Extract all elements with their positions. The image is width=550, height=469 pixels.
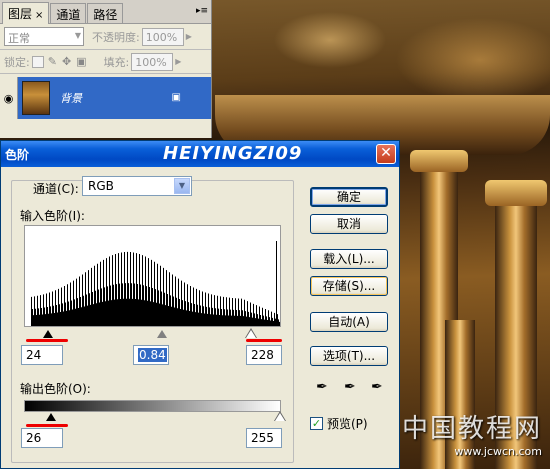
options-button[interactable]: 选项(T)...	[310, 346, 388, 366]
histogram	[24, 225, 281, 327]
opacity-label: 不透明度:	[92, 30, 140, 44]
tab-layers[interactable]: 图层 ×	[2, 2, 50, 24]
channel-value: RGB	[88, 179, 114, 193]
output-levels-label: 输出色阶(O):	[20, 382, 91, 396]
output-gradient	[24, 400, 281, 412]
layers-panel: 图层 × 通道 路径 ▸≡ 正常 ▼ 不透明度: 100% ▶ 锁定: ✎ ✥ ▣ …	[0, 0, 212, 138]
tab-label: 路径	[93, 8, 118, 22]
preview-checkbox[interactable]: ✓	[310, 417, 323, 430]
lock-row: 锁定: ✎ ✥ ▣ 填充: 100% ▶	[0, 50, 211, 74]
input-black-handle[interactable]	[43, 330, 53, 338]
load-button[interactable]: 载入(L)...	[310, 249, 388, 269]
auto-button[interactable]: 自动(A)	[310, 312, 388, 332]
column-capital	[485, 180, 547, 206]
panel-tabs: 图层 × 通道 路径 ▸≡	[0, 0, 211, 24]
tab-channels[interactable]: 通道	[50, 3, 87, 23]
column-capital	[410, 150, 468, 172]
blend-mode-select[interactable]: 正常 ▼	[4, 27, 84, 46]
histogram-graph	[31, 241, 280, 326]
channel-label: 通道(C):	[33, 182, 79, 196]
watermark: 中国教程网 www.jcwcn.com	[402, 408, 542, 458]
output-white-handle-fill	[275, 413, 285, 421]
blend-mode-value: 正常	[8, 32, 30, 45]
input-gamma-field[interactable]: 0.84	[133, 345, 169, 365]
close-button[interactable]: ✕	[376, 144, 396, 164]
tab-paths[interactable]: 路径	[87, 3, 124, 23]
chevron-right-icon[interactable]: ▶	[186, 32, 192, 41]
fill-input[interactable]: 100%	[131, 52, 174, 71]
fill-label: 填充:	[103, 55, 130, 69]
layer-thumbnail	[22, 81, 50, 115]
blend-row: 正常 ▼ 不透明度: 100% ▶	[0, 24, 211, 50]
move-icon[interactable]: ✥	[62, 55, 71, 68]
brush-icon[interactable]: ✎	[48, 55, 57, 68]
eye-icon[interactable]: ◉	[0, 77, 18, 119]
layer-name: 背景	[60, 92, 82, 105]
lock-transparency-checkbox[interactable]	[31, 55, 44, 68]
input-black-field[interactable]: 24	[21, 345, 63, 365]
watermark-text: 中国教程网	[401, 414, 542, 444]
annotation-underline	[26, 424, 68, 427]
lock-label: 锁定:	[4, 55, 30, 69]
opacity-input[interactable]: 100%	[141, 27, 184, 46]
chevron-down-icon: ▼	[74, 31, 81, 40]
input-gamma-value: 0.84	[138, 348, 167, 362]
output-black-field[interactable]: 26	[21, 428, 63, 448]
input-white-handle-fill	[246, 330, 256, 338]
input-gamma-handle[interactable]	[157, 330, 167, 338]
chevron-down-icon[interactable]: ▼	[174, 178, 190, 194]
input-levels-label: 输入色阶(I):	[20, 209, 85, 223]
tab-label: 通道	[56, 8, 81, 22]
watermark-url: www.jcwcn.com	[454, 445, 542, 458]
output-black-handle[interactable]	[46, 413, 56, 421]
lock-icon: ▣	[171, 92, 181, 103]
lock-icon[interactable]: ▣	[76, 55, 86, 68]
layer-row-background[interactable]: ◉ 背景 ▣	[0, 77, 211, 119]
dialog-title: 色阶	[5, 148, 30, 162]
preview-toggle[interactable]: ✓ 预览(P)	[310, 415, 368, 432]
cancel-button[interactable]: 取消	[310, 214, 388, 234]
channel-select[interactable]: RGB ▼	[82, 176, 192, 196]
panel-menu-icon[interactable]: ▸≡	[196, 6, 208, 16]
brand-text: HEIYINGZI09	[163, 143, 303, 164]
close-icon[interactable]: ×	[35, 10, 43, 21]
annotation-underline	[26, 339, 68, 342]
black-eyedropper-icon[interactable]: ✒	[316, 379, 328, 395]
output-white-field[interactable]: 255	[246, 428, 282, 448]
tab-label: 图层	[8, 7, 33, 21]
white-eyedropper-icon[interactable]: ✒	[371, 379, 383, 395]
annotation-underline	[246, 339, 282, 342]
input-white-field[interactable]: 228	[246, 345, 282, 365]
chevron-right-icon[interactable]: ▶	[175, 57, 181, 66]
save-button[interactable]: 存储(S)...	[310, 276, 388, 296]
ok-button[interactable]: 确定	[310, 187, 388, 207]
preview-label: 预览(P)	[327, 417, 368, 431]
gray-eyedropper-icon[interactable]: ✒	[344, 379, 356, 395]
dialog-titlebar[interactable]: 色阶 HEIYINGZI09 ✕	[1, 141, 399, 167]
